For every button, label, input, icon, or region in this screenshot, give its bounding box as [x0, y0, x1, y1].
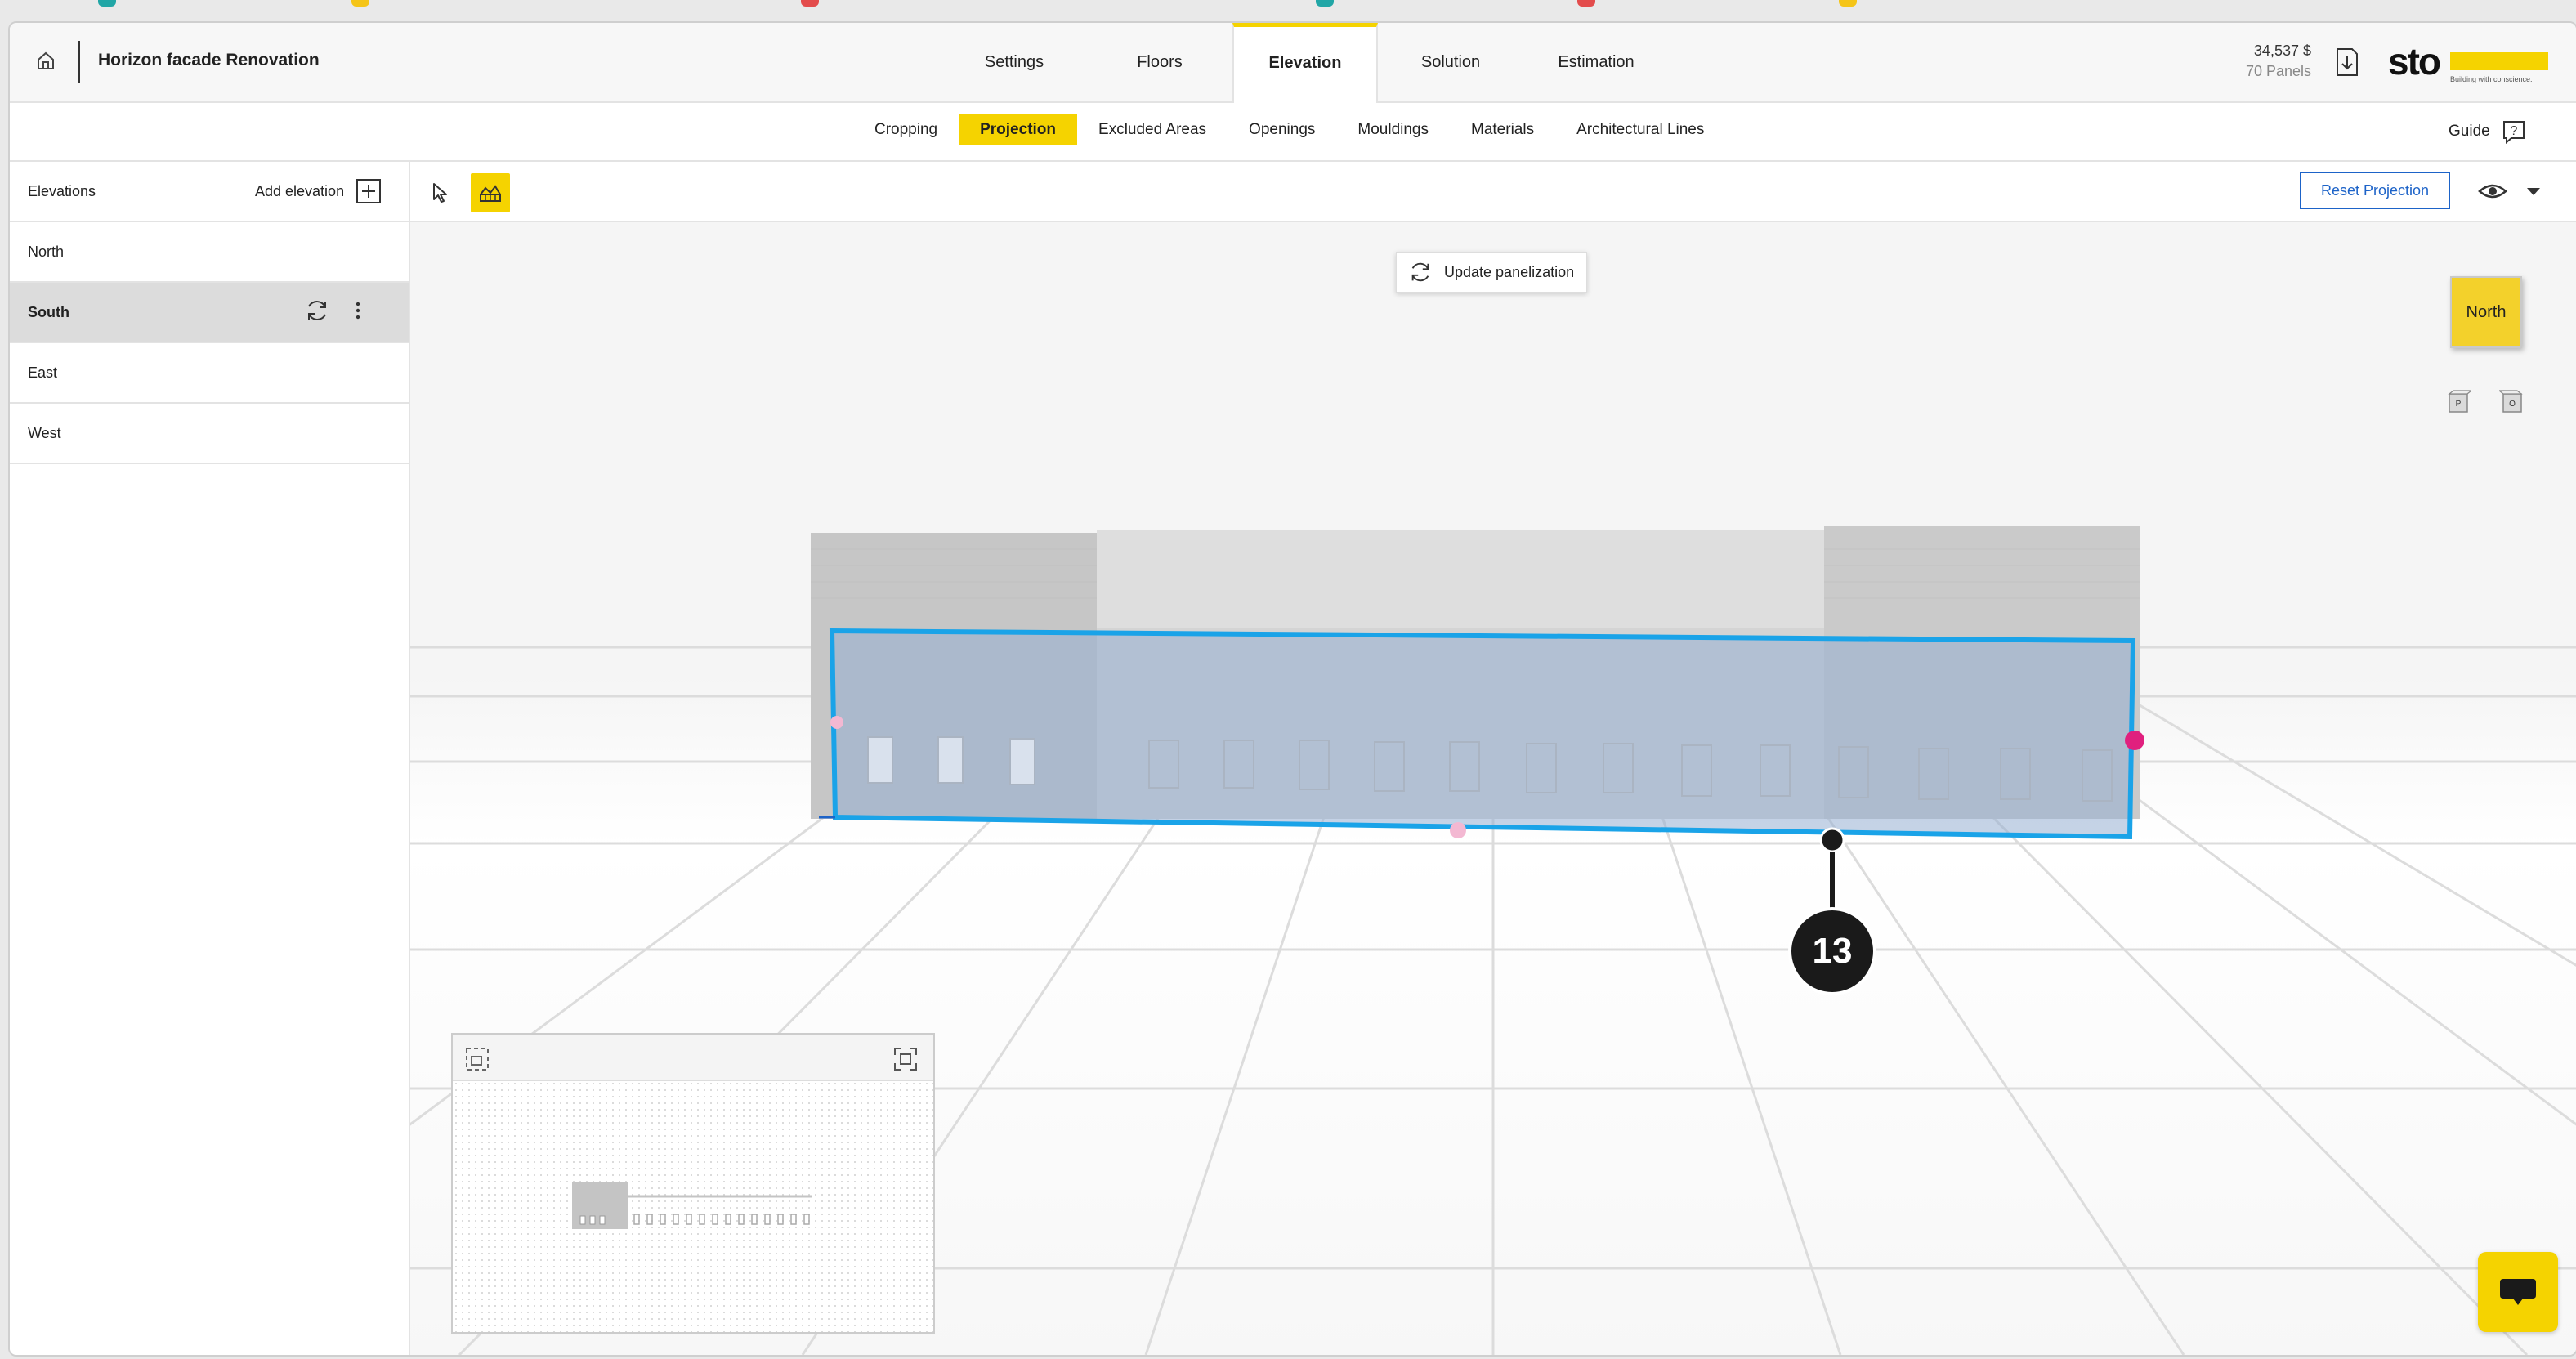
minimap-header [453, 1035, 933, 1081]
view-toolbar: Reset Projection [410, 162, 2576, 222]
sidebar-header: Elevations Add elevation [10, 162, 409, 222]
step-marker: 13 [1788, 827, 1876, 995]
update-panelization-button[interactable]: Update panelization [1396, 252, 1587, 293]
panel-count: 70 Panels [2245, 63, 2311, 79]
download-button[interactable] [2332, 46, 2362, 78]
project-title: Horizon facade Renovation [98, 51, 320, 69]
elevation-item-west[interactable]: West [10, 404, 409, 464]
tab-floors[interactable]: Floors [1087, 23, 1232, 101]
brand-logo: sto Building with conscience. [2388, 40, 2568, 93]
reset-projection-button[interactable]: Reset Projection [2300, 172, 2450, 209]
pointer-icon [433, 183, 447, 203]
step-number: 13 [1813, 931, 1853, 971]
minimap-drawing [572, 1182, 812, 1229]
guide-label: Guide [2449, 123, 2490, 140]
cost-summary: 34,537 $ 70 Panels [2216, 42, 2311, 80]
main-tabs: Settings Floors Elevation Solution Estim… [941, 23, 1669, 103]
tab-marker [98, 0, 116, 7]
visibility-button[interactable] [2476, 178, 2509, 204]
projection-tool-button[interactable] [471, 173, 510, 212]
elevation-label: South [28, 304, 69, 320]
subtab-openings[interactable]: Openings [1228, 114, 1336, 145]
tab-solution[interactable]: Solution [1378, 23, 1523, 101]
logo-bar [2450, 52, 2548, 70]
refresh-icon [1411, 262, 1429, 282]
minimap-panel[interactable] [451, 1033, 935, 1334]
tab-marker [1316, 0, 1334, 7]
tab-elevation[interactable]: Elevation [1232, 23, 1378, 103]
minimap-canvas [453, 1080, 933, 1332]
tab-marker [1839, 0, 1857, 7]
elevation-item-north[interactable]: North [10, 222, 409, 283]
mini-view-cube-left[interactable]: P [2447, 389, 2471, 414]
subtab-materials[interactable]: Materials [1450, 114, 1555, 145]
browser-tab-strip [0, 0, 2576, 21]
sub-navigation: Cropping Projection Excluded Areas Openi… [10, 103, 2576, 162]
elevation-label: North [28, 244, 65, 260]
minimap-fit-icon[interactable] [464, 1046, 490, 1072]
projection-handle-bottom [1450, 822, 1466, 838]
mini-cube-label: O [2509, 400, 2516, 409]
visibility-dropdown[interactable] [2524, 181, 2543, 201]
tab-estimation[interactable]: Estimation [1523, 23, 1669, 101]
home-button[interactable] [29, 44, 62, 77]
sidebar-title: Elevations [28, 183, 96, 199]
svg-text:?: ? [2510, 124, 2517, 138]
logo-tagline: Building with conscience. [2450, 75, 2533, 83]
guide-button[interactable]: Guide ? [2449, 119, 2526, 144]
refresh-icon[interactable] [304, 297, 330, 324]
3d-viewport[interactable]: Update panelization North P O 13 [410, 222, 2576, 1355]
mini-view-cube-right[interactable]: O [2499, 389, 2524, 414]
app-window: Horizon facade Renovation Settings Floor… [8, 21, 2576, 1357]
subtab-architectural-lines[interactable]: Architectural Lines [1555, 114, 1725, 145]
subtab-mouldings[interactable]: Mouldings [1336, 114, 1450, 145]
projection-tool-icon [480, 185, 501, 202]
elevation-label: East [28, 364, 58, 381]
tab-marker [1577, 0, 1595, 7]
support-chat-button[interactable] [2478, 1252, 2558, 1332]
tab-marker [351, 0, 369, 7]
download-icon [2337, 48, 2358, 76]
add-elevation-button[interactable]: Add elevation [255, 178, 382, 204]
logo-text: sto [2388, 40, 2441, 83]
chat-icon [2500, 1279, 2536, 1305]
tab-marker [801, 0, 819, 7]
projection-handle-right [2125, 731, 2144, 750]
mini-cube-label: P [2456, 400, 2462, 409]
expand-icon[interactable] [892, 1046, 919, 1072]
help-icon: ? [2502, 121, 2525, 144]
elevation-item-south[interactable]: South [10, 283, 409, 343]
tab-settings[interactable]: Settings [941, 23, 1087, 101]
update-panelization-label: Update panelization [1444, 263, 1575, 280]
projection-handle-left [830, 716, 843, 729]
subtab-projection[interactable]: Projection [959, 114, 1078, 145]
plus-box-icon [356, 179, 382, 203]
total-price: 34,537 $ [2253, 42, 2311, 59]
top-header: Horizon facade Renovation Settings Floor… [10, 23, 2576, 103]
select-tool-button[interactable] [422, 173, 461, 212]
add-elevation-label: Add elevation [255, 182, 345, 199]
elevation-label: West [28, 425, 61, 441]
caret-down-icon [2527, 188, 2540, 195]
elevation-item-east[interactable]: East [10, 343, 409, 404]
navigation-cube[interactable]: North [2450, 276, 2522, 348]
subtab-cropping[interactable]: Cropping [853, 114, 959, 145]
subtab-excluded-areas[interactable]: Excluded Areas [1077, 114, 1228, 145]
eye-icon [2478, 184, 2507, 199]
kebab-icon[interactable] [355, 301, 361, 320]
elevations-sidebar: Elevations Add elevation North South Eas… [10, 162, 410, 1355]
home-icon [38, 51, 54, 69]
header-divider [78, 41, 80, 83]
projection-selection-plane [829, 628, 2136, 840]
